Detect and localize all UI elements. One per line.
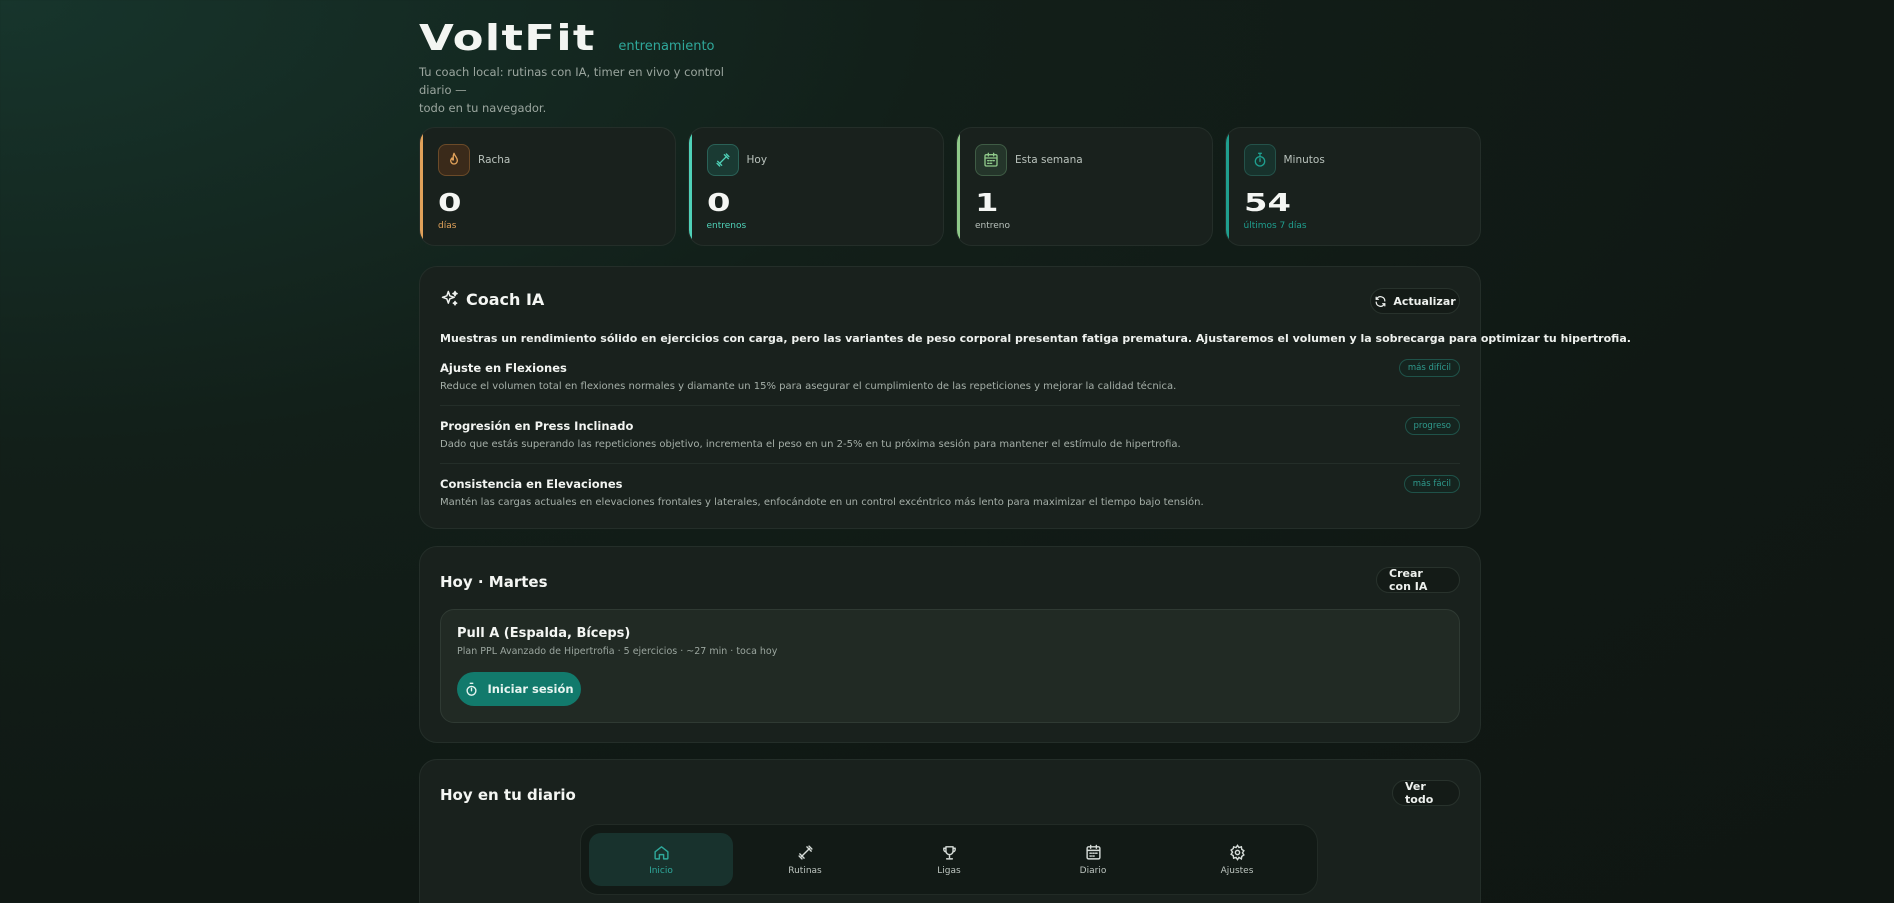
calendar-icon xyxy=(1085,844,1102,861)
tip-title: Consistencia en Elevaciones xyxy=(440,477,623,491)
session-meta: Plan PPL Avanzado de Hipertrofia · 5 eje… xyxy=(457,646,778,657)
bottom-nav: Inicio Rutinas Ligas Diario Ajustes xyxy=(580,824,1318,895)
dumbbell-icon xyxy=(706,144,739,176)
today-card: Hoy · Martes Crear con IA Pull A (Espald… xyxy=(419,546,1481,743)
stat-value: 54 xyxy=(1243,188,1291,217)
coach-header: Coach IA xyxy=(440,289,544,309)
coach-summary: Muestras un rendimiento sólido en ejerci… xyxy=(440,332,1631,345)
nav-item-diary[interactable]: Diario xyxy=(1021,833,1165,886)
start-session-button[interactable]: Iniciar sesión xyxy=(457,672,581,706)
coach-tip: Progresión en Press Inclinado Dado que e… xyxy=(440,417,1460,450)
stat-unit: entreno xyxy=(975,221,1011,231)
nav-item-routines[interactable]: Rutinas xyxy=(733,833,877,886)
tip-tag: más fácil xyxy=(1403,475,1460,493)
tagline: Tu coach local: rutinas con IA, timer en… xyxy=(419,63,759,117)
nav-label: Diario xyxy=(1079,865,1107,876)
flame-icon xyxy=(438,144,470,176)
session-card: Pull A (Espalda, Bíceps) Plan PPL Avanza… xyxy=(440,609,1460,723)
tip-description: Mantén las cargas actuales en elevacione… xyxy=(440,497,1204,508)
today-title: Hoy · Martes xyxy=(440,573,548,591)
stat-value: 0 xyxy=(438,188,462,217)
start-session-label: Iniciar sesión xyxy=(487,682,574,696)
nav-label: Inicio xyxy=(649,865,673,876)
calendar-icon xyxy=(975,144,1007,176)
home-icon xyxy=(653,844,670,861)
sparkles-icon xyxy=(440,289,460,309)
coach-tip: Consistencia en Elevaciones Mantén las c… xyxy=(440,475,1460,508)
stat-card-today: Hoy 0 entrenos xyxy=(687,127,944,246)
tip-description: Dado que estás superando las repeticione… xyxy=(440,439,1181,450)
nav-label: Rutinas xyxy=(788,865,822,876)
stat-card-streak: Racha 0 días xyxy=(419,127,676,246)
brand-subtitle: entrenamiento xyxy=(618,39,715,54)
nav-label: Ajustes xyxy=(1220,865,1254,876)
stats-row: Racha 0 días Hoy 0 entrenos Esta semana xyxy=(419,127,1481,246)
refresh-label: Actualizar xyxy=(1393,294,1456,308)
coach-card: Coach IA Actualizar Muestras un rendimie… xyxy=(419,266,1631,529)
coach-tip: Ajuste en Flexiones Reduce el volumen to… xyxy=(440,359,1460,392)
see-all-button[interactable]: Ver todo xyxy=(1392,780,1460,806)
stat-value: 1 xyxy=(975,188,999,217)
stat-unit: entrenos xyxy=(706,221,747,231)
stopwatch-icon xyxy=(1243,144,1276,176)
tip-title: Ajuste en Flexiones xyxy=(440,361,567,375)
tip-tag: más difícil xyxy=(1398,359,1460,377)
diary-title: Hoy en tu diario xyxy=(440,786,576,804)
stat-unit: últimos 7 días xyxy=(1243,221,1307,231)
nav-item-settings[interactable]: Ajustes xyxy=(1165,833,1309,886)
dumbbell-icon xyxy=(797,844,814,861)
stat-label: Racha xyxy=(478,154,511,166)
divider xyxy=(440,463,1460,464)
stat-card-minutes: Minutos 54 últimos 7 días xyxy=(1224,127,1481,246)
brand: VoltFit entrenamiento xyxy=(419,18,715,59)
stat-label: Hoy xyxy=(746,154,768,166)
stopwatch-icon xyxy=(464,682,479,697)
stat-value: 0 xyxy=(706,188,730,217)
tip-tag: progreso xyxy=(1404,417,1460,435)
coach-title: Coach IA xyxy=(466,289,545,309)
stat-card-week: Esta semana 1 entreno xyxy=(956,127,1213,246)
refresh-button[interactable]: Actualizar xyxy=(1370,288,1460,314)
trophy-icon xyxy=(941,844,958,861)
nav-item-home[interactable]: Inicio xyxy=(589,833,733,886)
divider xyxy=(440,405,1460,406)
tagline-line-2: todo en tu navegador. xyxy=(419,101,547,115)
brand-name: VoltFit xyxy=(419,18,596,59)
create-with-ai-button[interactable]: Crear con IA xyxy=(1376,567,1460,593)
tip-title: Progresión en Press Inclinado xyxy=(440,419,634,433)
tip-description: Reduce el volumen total en flexiones nor… xyxy=(440,381,1177,392)
refresh-icon xyxy=(1374,295,1387,308)
stat-unit: días xyxy=(438,221,457,231)
nav-item-leagues[interactable]: Ligas xyxy=(877,833,1021,886)
session-title: Pull A (Espalda, Bíceps) xyxy=(457,626,631,641)
stat-label: Esta semana xyxy=(1015,154,1083,166)
stat-label: Minutos xyxy=(1283,154,1325,166)
gear-icon xyxy=(1229,843,1246,861)
nav-label: Ligas xyxy=(937,865,961,876)
tagline-line-1: Tu coach local: rutinas con IA, timer en… xyxy=(419,65,725,97)
